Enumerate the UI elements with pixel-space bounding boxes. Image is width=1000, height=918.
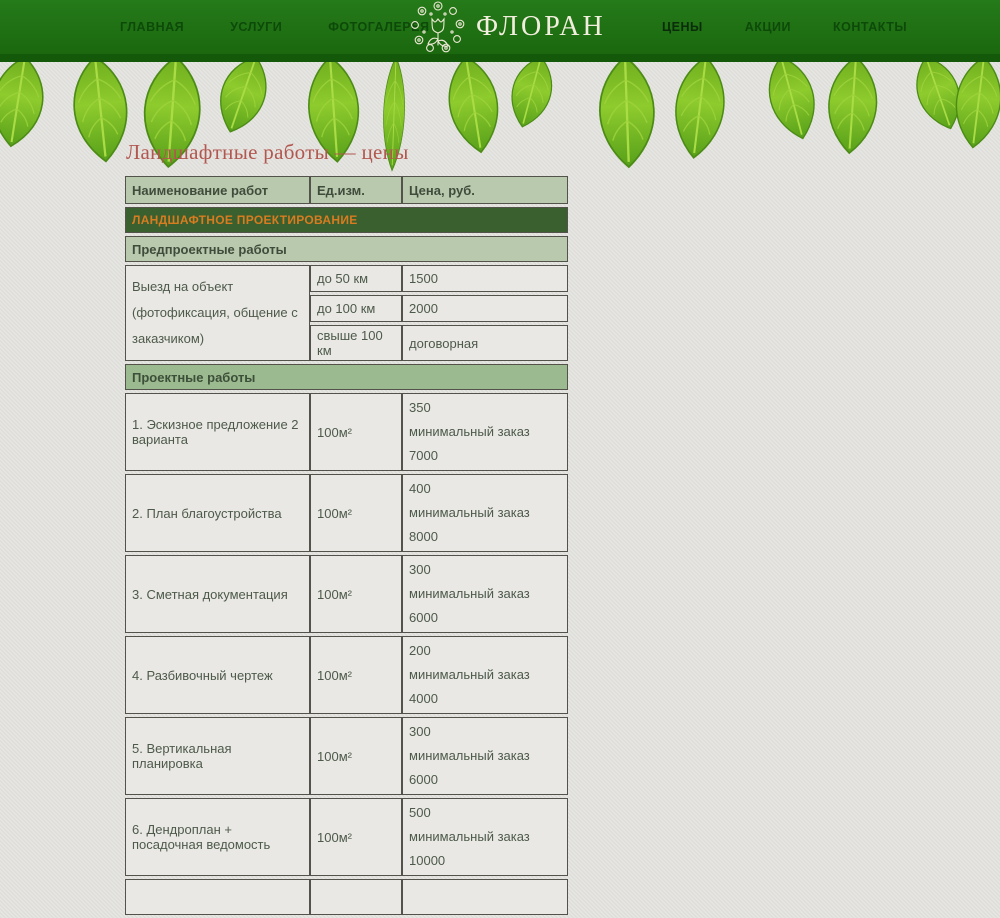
nav-item-contacts[interactable]: КОНТАКТЫ [833,20,907,34]
table-row: 5. Вертикальная планировка 100м² 300 мин… [125,717,568,795]
price-cell: 300 минимальный заказ 6000 [402,555,568,633]
price-cell: 350 минимальный заказ 7000 [402,393,568,471]
page-title: Ландшафтные работы — цены [126,140,885,165]
unit-cell: 100м² [310,474,402,552]
work-name-cell: 5. Вертикальная планировка [125,717,310,795]
table-row: 4. Разбивочный чертеж 100м² 200 минималь… [125,636,568,714]
visit-name-cell: Выезд на объект (фотофиксация, общение с… [125,265,310,361]
price-cell: 200 минимальный заказ 4000 [402,636,568,714]
nav-item-services[interactable]: УСЛУГИ [230,20,282,34]
nav-item-promotions[interactable]: АКЦИИ [745,20,791,34]
price-value: 400 [409,477,561,501]
unit-cell: 100м² [310,636,402,714]
empty-cell [402,879,568,915]
price-value: 350 [409,396,561,420]
price-value: 200 [409,639,561,663]
visit-unit-cell: до 50 км [310,265,402,292]
col-header-price: Цена, руб. [402,176,568,204]
main-nav-left: ГЛАВНАЯ УСЛУГИ ФОТОГАЛЕРЕЯ [120,0,429,54]
price-note: минимальный заказ 4000 [409,663,561,711]
table-row: 2. План благоустройства 100м² 400 минима… [125,474,568,552]
price-cell: 300 минимальный заказ 6000 [402,717,568,795]
col-header-unit: Ед.изм. [310,176,402,204]
work-name-cell: 3. Сметная документация [125,555,310,633]
subsection-row-preproject: Предпроектные работы [125,236,568,262]
price-cell: 500 минимальный заказ 10000 [402,798,568,876]
site-logo[interactable]: ФЛОРАН [410,0,606,54]
empty-cell [125,879,310,915]
price-cell: 400 минимальный заказ 8000 [402,474,568,552]
work-name-cell: 1. Эскизное предложение 2 варианта [125,393,310,471]
col-header-name: Наименование работ [125,176,310,204]
unit-cell: 100м² [310,555,402,633]
price-note: минимальный заказ 10000 [409,825,561,873]
unit-cell: 100м² [310,393,402,471]
site-header: ГЛАВНАЯ УСЛУГИ ФОТОГАЛЕРЕЯ ФЛОРАН ЦЕНЫ [0,0,1000,62]
table-row-partial [125,879,568,915]
empty-cell [310,879,402,915]
price-value: 500 [409,801,561,825]
brand-name: ФЛОРАН [476,11,606,43]
price-note: минимальный заказ 6000 [409,582,561,630]
section-title: ЛАНДШАФТНОЕ ПРОЕКТИРОВАНИЕ [125,207,568,233]
subsection-row-project: Проектные работы [125,364,568,390]
price-note: минимальный заказ 6000 [409,744,561,792]
work-name-cell: 6. Дендроплан + посадочная ведомость [125,798,310,876]
visit-price-cell: договорная [402,325,568,361]
section-row-landscape-design: ЛАНДШАФТНОЕ ПРОЕКТИРОВАНИЕ [125,207,568,233]
price-value: 300 [409,558,561,582]
price-note: минимальный заказ 7000 [409,420,561,468]
visit-unit-cell: до 100 км [310,295,402,322]
table-header-row: Наименование работ Ед.изм. Цена, руб. [125,176,568,204]
unit-cell: 100м² [310,717,402,795]
price-table: Наименование работ Ед.изм. Цена, руб. ЛА… [125,173,568,918]
table-row: 6. Дендроплан + посадочная ведомость 100… [125,798,568,876]
work-name-cell: 2. План благоустройства [125,474,310,552]
nav-item-prices[interactable]: ЦЕНЫ [662,20,703,34]
subsection-title: Предпроектные работы [125,236,568,262]
table-row: 3. Сметная документация 100м² 300 минима… [125,555,568,633]
work-name-cell: 4. Разбивочный чертеж [125,636,310,714]
main-nav-right: ЦЕНЫ АКЦИИ КОНТАКТЫ [662,0,907,54]
unit-cell: 100м² [310,798,402,876]
price-value: 300 [409,720,561,744]
floral-logo-icon [410,0,466,55]
table-row: Выезд на объект (фотофиксация, общение с… [125,265,568,292]
visit-price-cell: 1500 [402,265,568,292]
main-content: Ландшафтные работы — цены Наименование р… [125,140,885,918]
nav-item-home[interactable]: ГЛАВНАЯ [120,20,184,34]
price-note: минимальный заказ 8000 [409,501,561,549]
visit-unit-cell: свыше 100 км [310,325,402,361]
visit-price-cell: 2000 [402,295,568,322]
subsection-title: Проектные работы [125,364,568,390]
table-row: 1. Эскизное предложение 2 варианта 100м²… [125,393,568,471]
